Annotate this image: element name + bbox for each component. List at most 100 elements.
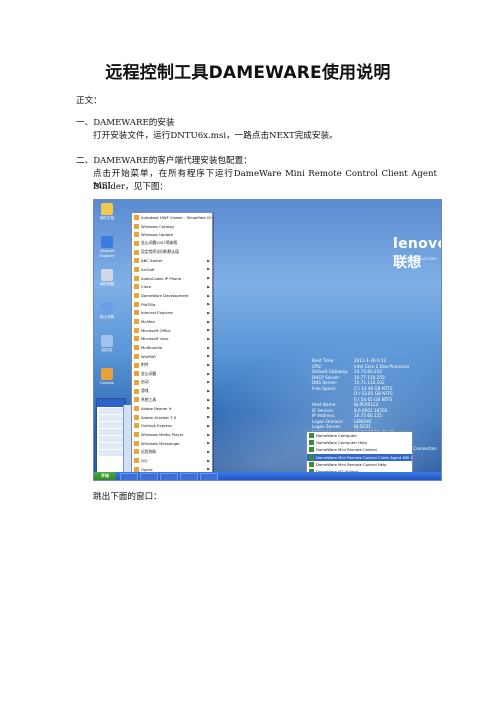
program-icon — [134, 345, 139, 351]
program-menu-item[interactable]: Windows Catalog — [132, 222, 212, 231]
program-menu-label: Windows Messenger — [141, 440, 180, 446]
desktop-icon[interactable]: 回收站 — [97, 335, 117, 353]
program-menu-label: Microsoft Visio — [141, 336, 169, 342]
submenu-label: DameWare Mini Remote Control — [316, 447, 377, 453]
submenu-arrow-icon: ▶ — [207, 345, 210, 350]
program-menu-item[interactable]: WinRAR ▶ — [132, 352, 212, 361]
program-menu-item[interactable]: Windows Media Player ▶ — [132, 430, 212, 439]
program-icon — [134, 258, 139, 264]
submenu-arrow-icon: ▶ — [207, 328, 210, 333]
submenu-arrow-icon: ▶ — [207, 423, 210, 428]
recycle-bin-icon — [101, 335, 113, 347]
program-menu-item[interactable]: Cisco ▶ — [132, 283, 212, 292]
taskbar-item[interactable] — [200, 473, 218, 480]
lenovo-url: www.lenovo.com — [403, 256, 437, 261]
submenu-arrow-icon: ▶ — [207, 258, 210, 263]
program-icon — [134, 353, 139, 359]
program-menu-item[interactable]: ABC Amber ▶ — [132, 256, 212, 265]
program-menu-item[interactable]: Adobe Acrobat 7.0 ▶ — [132, 413, 212, 422]
after-image-text: 跳出下面的窗口： — [93, 492, 162, 502]
program-menu-item[interactable]: AudioCodes IP Phone ▶ — [132, 274, 212, 283]
submenu-arrow-icon: ▶ — [207, 293, 210, 298]
taskbar-item[interactable] — [160, 473, 178, 480]
program-menu-label: 金山词霸2007简体版 — [141, 240, 178, 246]
submenu-arrow-icon: ▶ — [207, 380, 210, 385]
program-menu-item[interactable]: 附件 ▶ — [132, 361, 212, 370]
program-icon — [134, 405, 139, 411]
program-menu-item[interactable]: Microsoft Office ▶ — [132, 326, 212, 335]
program-menu-label: WinRAR — [141, 353, 156, 359]
program-icon — [134, 458, 139, 464]
body-label: 正文： — [76, 96, 102, 106]
program-menu-item[interactable]: 设定程序访问和默认值 — [132, 248, 212, 257]
program-menu-item[interactable]: 金山词霸2007简体版 — [132, 239, 212, 248]
program-icon — [134, 414, 139, 420]
program-menu-item[interactable]: ArcSoft ▶ — [132, 265, 212, 274]
taskbar: 开始 — [94, 472, 441, 480]
program-menu-label: Microsoft Office — [141, 327, 171, 333]
submenu-arrow-icon: ▶ — [207, 415, 210, 420]
program-icon — [134, 232, 139, 238]
program-menu-item[interactable]: 启动 ▶ — [132, 378, 212, 387]
program-menu-label: 游戏 — [141, 388, 149, 394]
program-menu-label: Windows Update — [141, 232, 173, 238]
program-menu-label: FileZilla — [141, 301, 156, 307]
program-menu-item[interactable]: Microsoft Visio ▶ — [132, 335, 212, 344]
all-programs-menu[interactable]: Autodesk DWF Viewer - Simplified Chinese… — [131, 212, 213, 480]
program-menu-item[interactable]: Internet Explorer ▶ — [132, 309, 212, 318]
submenu-item[interactable]: DameWare Mini Remote Control — [307, 446, 412, 453]
desktop-screenshot: lenovo联想 www.lenovo.com 我的文档 Internet Ex… — [93, 199, 442, 481]
program-menu-item[interactable]: Windows Update — [132, 230, 212, 239]
desktop-icon[interactable]: Internet Explorer — [97, 236, 117, 258]
program-icon — [134, 266, 139, 272]
program-menu-item[interactable]: 游戏 ▶ — [132, 387, 212, 396]
submenu-arrow-icon: ▶ — [207, 397, 210, 402]
taskbar-item[interactable] — [140, 473, 158, 480]
desktop-icon[interactable]: Outlook — [97, 368, 117, 386]
section-2-text-line-2: Builder，见下图： — [93, 182, 169, 192]
submenu-item[interactable]: DameWare Computer Help — [307, 439, 412, 446]
taskbar-item[interactable] — [120, 473, 138, 480]
program-menu-label: McAfee — [141, 319, 155, 325]
program-menu-label: 设定程序访问和默认值 — [141, 249, 179, 255]
submenu-arrow-icon: ▶ — [207, 467, 210, 472]
program-menu-item[interactable]: Windows Messenger ▶ — [132, 439, 212, 448]
program-menu-item[interactable]: McAfee ▶ — [132, 317, 212, 326]
program-menu-item[interactable]: 金山词霸 ▶ — [132, 369, 212, 378]
program-menu-label: Internet Explorer — [141, 310, 174, 316]
program-menu-item[interactable]: 系统工具 ▶ — [132, 395, 212, 404]
submenu-item[interactable]: DameWare Mini Remote Control Client Agen… — [307, 453, 412, 461]
submenu-label: DameWare Computer Help — [316, 440, 367, 446]
program-menu-item[interactable]: 远程协助 ▶ — [132, 448, 212, 457]
submenu-arrow-icon: ▶ — [207, 276, 210, 281]
submenu-label: DameWare Mini Remote Control Help — [316, 461, 387, 467]
submenu-label: DameWare Mini Remote Control Client Agen… — [316, 454, 412, 460]
start-button[interactable]: 开始 — [94, 472, 116, 480]
desktop-icon[interactable]: 我的电脑 — [97, 269, 117, 287]
program-menu-item[interactable]: QQ ▶ — [132, 456, 212, 465]
program-menu-item[interactable]: Adobe Reader 9 ▶ — [132, 404, 212, 413]
program-menu-label: AudioCodes IP Phone — [141, 275, 182, 281]
dameware-icon — [309, 454, 314, 460]
program-icon — [134, 284, 139, 290]
program-menu-label: Adobe Reader 9 — [141, 405, 172, 411]
program-icon — [134, 336, 139, 342]
program-menu-item[interactable]: DameWare Development ▶ — [132, 291, 212, 300]
submenu-item[interactable]: DameWare Computer — [307, 432, 412, 439]
section-1-text: 打开安装文件，运行DNTU6x.msi，一路点击NEXT完成安装。 — [93, 131, 338, 141]
program-menu-label: Multimedia — [141, 345, 163, 351]
desktop-icon[interactable]: 我的文档 — [97, 203, 117, 221]
program-icon — [134, 379, 139, 385]
program-menu-item[interactable]: Autodesk DWF Viewer - Simplified Chinese — [132, 213, 212, 222]
program-icon — [134, 293, 139, 299]
program-menu-item[interactable]: FileZilla ▶ — [132, 300, 212, 309]
program-menu-item[interactable]: Multimedia ▶ — [132, 343, 212, 352]
program-menu-item[interactable]: Outlook Express ▶ — [132, 422, 212, 431]
start-menu[interactable] — [96, 398, 126, 475]
submenu-item[interactable]: DameWare Mini Remote Control Help — [307, 461, 412, 468]
program-icon — [134, 423, 139, 429]
taskbar-item[interactable] — [180, 473, 198, 480]
program-icon — [134, 223, 139, 229]
program-icon — [134, 397, 139, 403]
desktop-icon[interactable]: 网上邻居 — [97, 302, 117, 320]
